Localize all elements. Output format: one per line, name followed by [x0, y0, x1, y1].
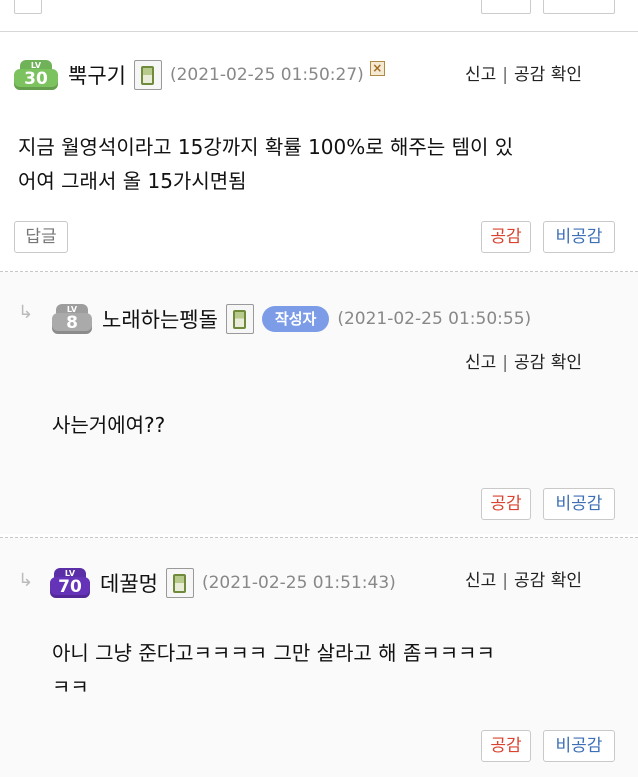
check-like-link[interactable]: 공감 확인 [514, 353, 582, 373]
level-badge-icon: LV 8 [52, 304, 92, 334]
prev-like-button[interactable] [481, 0, 531, 14]
separator: | [502, 353, 509, 373]
block-x-icon[interactable]: × [369, 60, 385, 76]
comment-text: 아니 그냥 준다고ㅋㅋㅋㅋ 그만 살라고 해 좀ㅋㅋㅋㅋ ㅋㅋ [52, 636, 495, 704]
comment-actions: 신고 | 공감 확인 [465, 566, 582, 591]
report-link[interactable]: 신고 [465, 353, 496, 373]
like-button[interactable]: 공감 [481, 730, 531, 762]
mobile-phone-icon [165, 568, 194, 598]
comment-date: (2021-02-25 01:50:27) [169, 65, 364, 85]
prev-reply-button[interactable] [14, 0, 42, 14]
level-badge-icon: LV 70 [50, 568, 90, 598]
nickname[interactable]: 노래하는펭돌 [102, 304, 218, 334]
comment-actions: 신고 | 공감 확인 [465, 60, 582, 85]
reply-arrow-icon: ↳ [18, 302, 34, 323]
comment-text-line: 사는거에여?? [52, 413, 166, 437]
writer-badge: 작성자 [261, 306, 330, 332]
separator: | [502, 571, 509, 591]
mobile-phone-icon [133, 60, 162, 90]
unlike-button[interactable]: 비공감 [543, 488, 615, 520]
reply-arrow-icon: ↳ [18, 570, 34, 591]
mobile-phone-icon [225, 304, 254, 334]
comment-actions: 신고 | 공감 확인 [465, 348, 582, 373]
nickname[interactable]: 데꿀멍 [100, 568, 158, 598]
comment-header: LV 8 노래하는펭돌 작성자 (2021-02-25 01:50:55) [52, 304, 531, 334]
unlike-button[interactable]: 비공감 [543, 730, 615, 762]
like-button[interactable]: 공감 [481, 221, 531, 253]
comment-header: LV 70 데꿀멍 (2021-02-25 01:51:43) [50, 568, 396, 598]
comment-header: LV 30 뿍구기 (2021-02-25 01:50:27) × [14, 60, 385, 90]
check-like-link[interactable]: 공감 확인 [514, 571, 582, 591]
report-link[interactable]: 신고 [465, 571, 496, 591]
report-link[interactable]: 신고 [465, 65, 496, 85]
comment-item: LV 30 뿍구기 (2021-02-25 01:50:27) × 신고 | 공감 … [0, 32, 638, 272]
comment-date: (2021-02-25 01:50:55) [337, 309, 532, 329]
nickname[interactable]: 뿍구기 [68, 60, 126, 90]
reply-button[interactable]: 답글 [14, 221, 68, 253]
comment-text: 지금 월영석이라고 15강까지 확률 100%로 해주는 템이 있 어여 그래서… [18, 130, 513, 198]
like-button[interactable]: 공감 [481, 488, 531, 520]
previous-comment-strip [0, 0, 638, 24]
comment-text-line: 아니 그냥 준다고ㅋㅋㅋㅋ 그만 살라고 해 좀ㅋㅋㅋㅋ [52, 641, 495, 665]
prev-unlike-button[interactable] [543, 0, 615, 14]
reply-comment-item: ↳ LV 8 노래하는펭돌 작성자 (2021-02-25 01:50:55) … [0, 272, 638, 534]
separator: | [502, 65, 509, 85]
unlike-button[interactable]: 비공감 [543, 221, 615, 253]
reply-comment-item: ↳ LV 70 데꿀멍 (2021-02-25 01:51:43) 신고 | 공감 … [0, 538, 638, 777]
comment-text: 사는거에여?? [52, 408, 165, 442]
comment-text-line: 지금 월영석이라고 15강까지 확률 100%로 해주는 템이 있 [18, 135, 514, 159]
comment-text-line: 어여 그래서 올 15가시면됨 [18, 169, 247, 193]
check-like-link[interactable]: 공감 확인 [514, 65, 582, 85]
comment-text-line: ㅋㅋ [52, 675, 89, 699]
comment-date: (2021-02-25 01:51:43) [201, 573, 396, 593]
level-badge-icon: LV 30 [14, 60, 58, 90]
